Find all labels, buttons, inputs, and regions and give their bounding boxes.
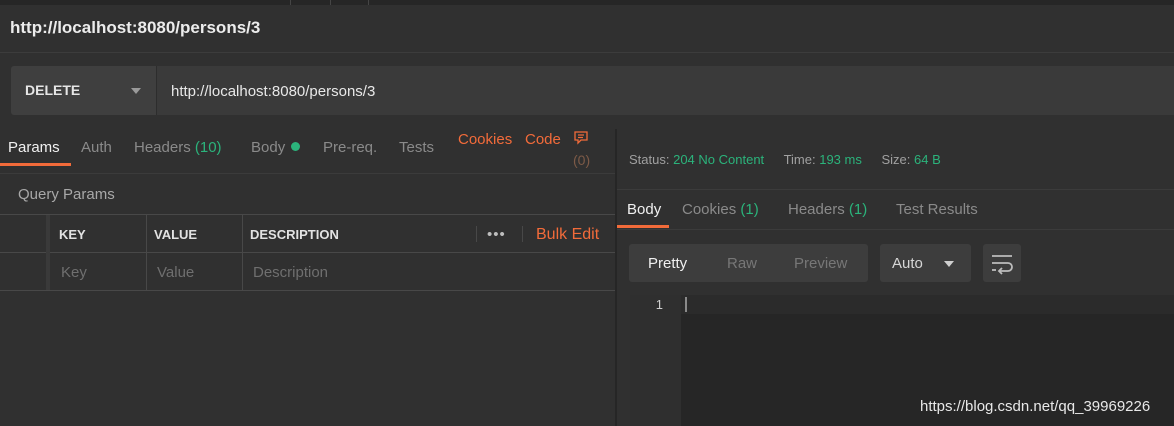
size-label: Size: (881, 152, 911, 167)
bulk-edit-link[interactable]: Bulk Edit (536, 226, 599, 244)
value-input[interactable]: Value (157, 264, 194, 281)
params-table: KEY VALUE DESCRIPTION ••• Bulk Edit Key … (0, 214, 616, 291)
editor-gutter: 1 (630, 295, 681, 426)
url-field[interactable] (156, 66, 1174, 115)
tab-tests[interactable]: Tests (399, 139, 434, 156)
time-label: Time: (783, 152, 816, 167)
tab-body[interactable]: Body (251, 139, 301, 156)
column-header-key: KEY (59, 227, 86, 242)
status-label: Status: (629, 152, 670, 167)
size-value: 64 B (914, 152, 941, 167)
column-header-value: VALUE (154, 227, 198, 242)
response-tab-headers[interactable]: Headers (1) (788, 201, 867, 218)
preview-button[interactable]: Preview (794, 255, 847, 272)
response-tab-headers-count: (1) (848, 201, 868, 218)
text-cursor (685, 297, 687, 312)
active-tab-indicator (0, 163, 71, 166)
time-value: 193 ms (819, 152, 862, 167)
tab-body-label: Body (251, 139, 286, 156)
method-select[interactable]: DELETE (11, 66, 156, 115)
response-tab-test-results[interactable]: Test Results (896, 201, 978, 218)
cookies-link[interactable]: Cookies (458, 131, 512, 148)
column-divider (242, 214, 243, 291)
divider (617, 189, 1174, 190)
view-mode-group: Pretty Raw Preview (629, 244, 868, 282)
description-input[interactable]: Description (253, 264, 328, 281)
wrap-lines-button[interactable] (983, 244, 1021, 282)
active-line (681, 295, 1174, 314)
column-divider (476, 226, 477, 242)
request-title: http://localhost:8080/persons/3 (10, 18, 261, 37)
line-number: 1 (655, 297, 663, 312)
column-divider (146, 214, 147, 291)
raw-button[interactable]: Raw (727, 255, 757, 272)
request-panel: Params Auth Headers (10) Body Pre-req. T… (0, 129, 616, 426)
active-tab-indicator (617, 225, 669, 228)
watermark: https://blog.csdn.net/qq_39969226 (920, 398, 1151, 415)
query-params-title: Query Params (18, 186, 115, 203)
response-tab-body[interactable]: Body (627, 201, 661, 218)
more-options-icon[interactable]: ••• (487, 226, 506, 243)
body-indicator-dot (291, 142, 301, 151)
row-drag-handle[interactable] (46, 215, 50, 290)
key-input[interactable]: Key (61, 264, 87, 281)
response-tab-headers-label: Headers (788, 201, 845, 218)
tab-auth[interactable]: Auth (81, 139, 112, 156)
tab-params[interactable]: Params (8, 139, 60, 156)
column-header-description: DESCRIPTION (250, 227, 339, 242)
response-panel: Status: 204 No Content Time: 193 ms Size… (617, 129, 1174, 426)
comment-icon[interactable] (574, 131, 588, 145)
divider (0, 173, 616, 174)
chevron-down-icon (131, 88, 141, 94)
window-top-strip (0, 0, 1174, 5)
response-tab-cookies[interactable]: Cookies (1) (682, 201, 759, 218)
table-border (0, 214, 616, 215)
divider (0, 52, 1174, 53)
comments-count: (0) (573, 152, 591, 168)
response-tab-cookies-count: (1) (740, 201, 759, 218)
url-input[interactable] (171, 81, 1071, 101)
method-label: DELETE (25, 82, 81, 98)
code-link[interactable]: Code (525, 131, 561, 148)
divider (617, 229, 1174, 230)
wrap-lines-icon (992, 255, 1013, 275)
status-value: 204 No Content (673, 152, 765, 167)
tab-headers-label: Headers (134, 139, 191, 156)
tab-headers[interactable]: Headers (10) (134, 139, 222, 156)
tab-prereq[interactable]: Pre-req. (323, 139, 377, 156)
column-divider (522, 226, 523, 242)
tab-headers-count: (10) (194, 139, 222, 156)
table-border (0, 290, 616, 291)
response-meta: Status: 204 No Content Time: 193 ms Size… (629, 152, 941, 167)
response-tab-cookies-label: Cookies (682, 201, 737, 218)
format-select[interactable]: Auto (880, 244, 971, 282)
chevron-down-icon (944, 261, 954, 267)
format-select-label: Auto (892, 255, 923, 272)
table-border (0, 252, 616, 253)
pretty-button[interactable]: Pretty (648, 255, 687, 272)
